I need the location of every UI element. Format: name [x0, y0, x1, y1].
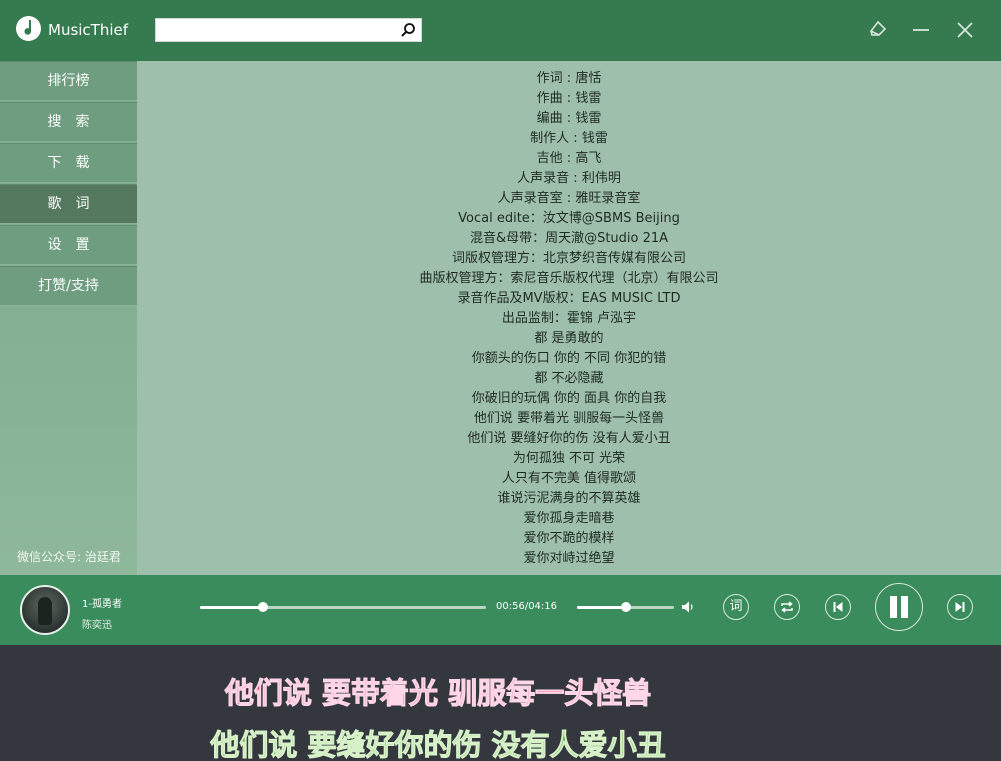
lyric-line: 人声录音 : 利伟明	[517, 171, 621, 186]
next-icon	[955, 602, 965, 612]
lyric-line: 作词 : 唐恬	[536, 71, 602, 86]
desktop-lyric-current: 他们说 要带着光 驯服每一头怪兽	[224, 676, 652, 711]
desktop-lyric-next: 他们说 要缝好你的伤 没有人爱小丑	[210, 728, 666, 761]
wechat-footer: 微信公众号: 治廷君	[17, 550, 121, 564]
lyric-line: 为何孤独 不可 光荣	[512, 451, 626, 466]
pause-icon	[890, 596, 908, 618]
lyric-line: 谁说污泥满身的不算英雄	[497, 491, 641, 506]
lyric-line: 他们说 要缝好你的伤 没有人爱小丑	[467, 431, 671, 446]
song-title: 1-孤勇者	[82, 599, 122, 610]
volume-handle[interactable]	[620, 602, 631, 612]
lyric-line: 录音作品及MV版权：EAS MUSIC LTD	[457, 291, 681, 306]
lyric-line: 都 不必隐藏	[534, 371, 604, 386]
sidebar-item-search[interactable]: 搜 索	[0, 102, 137, 142]
lyric-line: 爱你对峙过绝望	[523, 551, 615, 566]
lyric-line: 他们说 要带着光 驯服每一头怪兽	[473, 411, 665, 426]
sidebar-item-charts[interactable]: 排行榜	[0, 61, 137, 101]
lyric-line: 词版权管理方：北京梦织音传媒有限公司	[451, 251, 686, 266]
sidebar-item-support[interactable]: 打赞/支持	[0, 266, 137, 306]
repeat-button[interactable]	[774, 594, 800, 620]
lyric-line: 人只有不完美 值得歌颂	[501, 471, 637, 486]
search-input[interactable]	[156, 19, 396, 41]
lyric-line: 曲版权管理方：索尼音乐版权代理（北京）有限公司	[419, 271, 719, 286]
lyric-line: 爱你孤身走暗巷	[523, 511, 615, 526]
lyric-line: 吉他 : 高飞	[536, 151, 602, 166]
sidebar-item-download[interactable]: 下 载	[0, 143, 137, 183]
sidebar: 排行榜 搜 索 下 载 歌 词 设 置 打赞/支持 微信公众号: 治廷君	[0, 61, 137, 575]
sidebar-item-lyrics[interactable]: 歌 词	[0, 184, 137, 224]
lyric-line: 你破旧的玩偶 你的 面具 你的自我	[471, 391, 667, 406]
previous-button[interactable]	[825, 594, 851, 620]
lyric-line: 都 是勇敢的	[534, 331, 604, 346]
minimize-icon[interactable]	[911, 20, 931, 40]
song-artist: 陈奕迅	[82, 620, 112, 631]
close-icon[interactable]	[955, 20, 975, 40]
search-icon[interactable]	[400, 22, 416, 38]
lyric-line: 出品监制：霍锦 卢泓宇	[501, 311, 637, 326]
lyric-line: 制作人 : 钱雷	[530, 131, 608, 146]
search-box[interactable]	[155, 18, 422, 42]
lyric-line: 爱你不跪的模样	[523, 531, 615, 546]
volume-slider[interactable]	[577, 602, 674, 612]
sidebar-item-settings[interactable]: 设 置	[0, 225, 137, 265]
volume-fill	[577, 606, 626, 609]
progress-slider[interactable]	[200, 602, 486, 612]
lyric-list: 作词 : 唐恬 作曲 : 钱雷 编曲 : 钱雷 制作人 : 钱雷 吉他 : 高飞人声录音…	[137, 69, 1001, 569]
repeat-icon	[781, 601, 793, 613]
previous-icon	[833, 602, 843, 612]
volume-icon[interactable]	[681, 600, 695, 614]
lyric-line: 人声录音室 : 雅旺录音室	[497, 191, 641, 206]
lyric-line: 作曲 : 钱雷	[536, 91, 602, 106]
next-button[interactable]	[947, 594, 973, 620]
pause-button[interactable]	[875, 583, 923, 631]
lyric-line: 混音&母带：周天澈@Studio 21A	[469, 231, 669, 246]
lyric-line: 你额头的伤口 你的 不同 你犯的错	[471, 351, 667, 366]
lyric-line: 编曲 : 钱雷	[536, 111, 602, 126]
time-display: 00:56/04:16	[496, 601, 558, 612]
music-note-icon	[16, 16, 41, 41]
progress-handle[interactable]	[257, 602, 268, 612]
progress-fill	[200, 606, 263, 609]
lyric-line: Vocal edite：汝文博@SBMS Beijing	[458, 211, 680, 226]
app-title: MusicThief	[48, 21, 129, 39]
skin-icon[interactable]	[868, 20, 888, 40]
lyric-toggle-button[interactable]: 词	[723, 594, 749, 620]
title-bar: MusicThief	[0, 0, 1001, 61]
album-cover[interactable]	[20, 585, 70, 635]
lyrics-panel[interactable]: 作词 : 唐恬 作曲 : 钱雷 编曲 : 钱雷 制作人 : 钱雷 吉他 : 高飞人声录音…	[137, 61, 1001, 575]
